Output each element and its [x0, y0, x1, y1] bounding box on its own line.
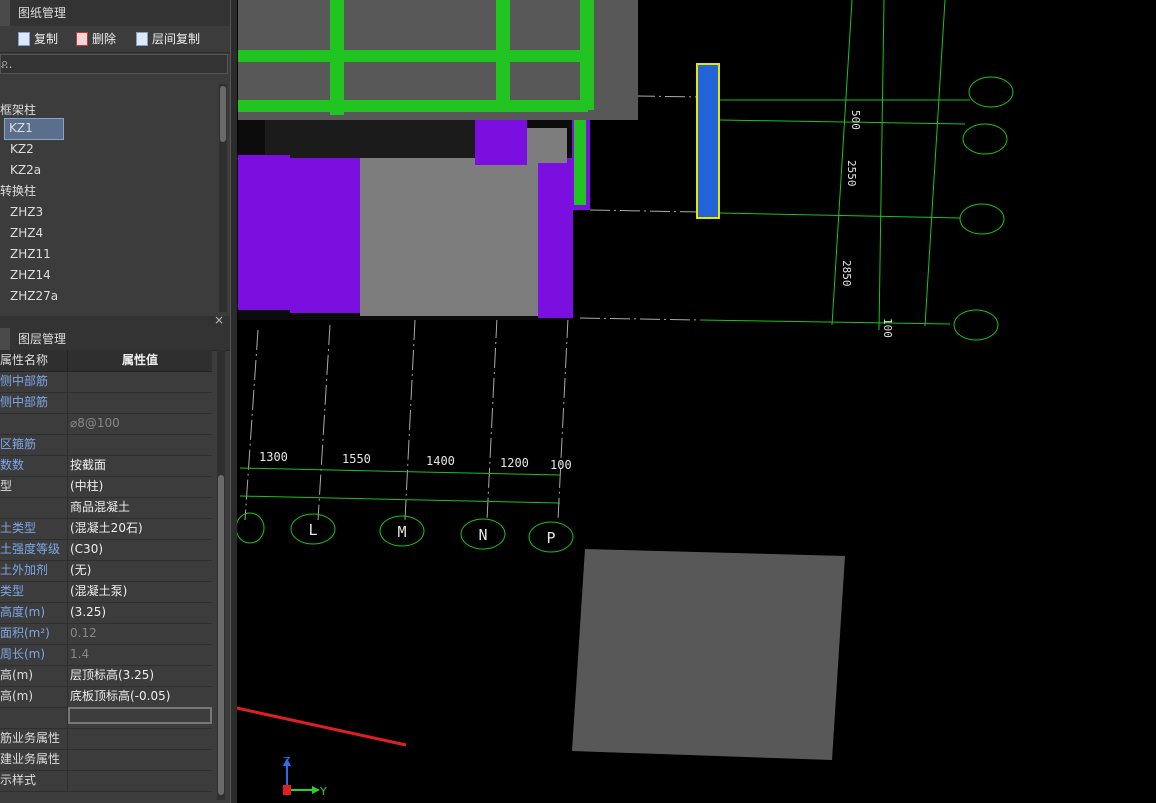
dim-right-3: 2850	[840, 260, 853, 287]
grid-label-P: P	[546, 529, 555, 547]
bottom-dim-line	[239, 467, 561, 504]
tree-scrollbar[interactable]	[219, 84, 227, 312]
prop-row[interactable]: 高度(m) (3.25)	[0, 602, 212, 624]
close-icon[interactable]: ×	[214, 313, 224, 327]
prop-row[interactable]: 侧中部筋	[0, 371, 212, 393]
grid-labels: L M N P	[308, 521, 555, 547]
tree-item-kz1[interactable]: KZ1	[4, 118, 64, 140]
prop-row[interactable]: 建业务属性	[0, 749, 212, 771]
prop-row[interactable]: 面积(m²) 0.12	[0, 623, 212, 645]
toolbar: 复制 删除 层间复制	[0, 26, 230, 53]
props-header: 属性名称 属性值	[0, 350, 212, 372]
floor-copy-icon	[136, 32, 148, 46]
tree-item-kz2[interactable]: KZ2	[10, 139, 34, 159]
axis-y-label: Y	[319, 785, 327, 798]
dim-right-4: 100	[881, 318, 894, 338]
tab-layer-management[interactable]: 图层管理	[10, 328, 74, 350]
tree-item-zhz14[interactable]: ZHZ14	[10, 265, 51, 285]
dim-right-2: 2550	[845, 160, 858, 187]
bottom-dims: 1300 1550 1400 1200 100	[259, 450, 572, 472]
tree-group-frame-column[interactable]: 框架柱	[0, 100, 36, 120]
search-input[interactable]: ... ⌕	[0, 54, 228, 74]
top-tabbar: 图纸管理	[0, 0, 230, 27]
search-icon[interactable]: ⌕	[1, 56, 223, 71]
axis-gizmo: Z Y	[283, 755, 327, 798]
dim-bottom-1: 1300	[259, 450, 288, 464]
tree-item-zhz11[interactable]: ZHZ11	[10, 244, 51, 264]
panel-header-bar: ×	[0, 313, 230, 328]
right-grid-bubbles	[953, 76, 1014, 341]
col-value-header: 属性值	[121, 353, 158, 367]
prop-edit-field[interactable]	[68, 707, 212, 724]
prop-row[interactable]	[0, 707, 212, 729]
dim-bottom-3: 1400	[426, 454, 455, 468]
props-scroll-thumb[interactable]	[218, 475, 224, 795]
dim-right-1: 500	[849, 110, 862, 130]
copy-button[interactable]: 复制	[18, 30, 58, 48]
tab-drawing-management[interactable]: 图纸管理	[10, 0, 74, 26]
tree-item-zhz27a[interactable]: ZHZ27a	[10, 286, 58, 306]
prop-row[interactable]: 土外加剂 (无)	[0, 560, 212, 582]
prop-row[interactable]: ⌀8@100	[0, 413, 212, 435]
col-name-header: 属性名称	[0, 350, 68, 371]
panel-splitter[interactable]	[230, 0, 237, 803]
axis-z-label: Z	[283, 755, 291, 768]
prop-row[interactable]: 侧中部筋	[0, 392, 212, 414]
prop-row[interactable]: 区箍筋	[0, 434, 212, 456]
tab-cut[interactable]	[0, 0, 10, 26]
grid-label-M: M	[397, 523, 406, 541]
prop-row[interactable]: 土类型 (混凝土20石)	[0, 518, 212, 540]
prop-row[interactable]: 类型 (混凝土泵)	[0, 581, 212, 603]
prop-row[interactable]: 高(m) 底板顶标高(-0.05)	[0, 686, 212, 708]
delete-button[interactable]: 删除	[76, 30, 116, 48]
prop-row[interactable]: 数数 按截面	[0, 455, 212, 477]
prop-row[interactable]: 商品混凝土	[0, 497, 212, 519]
prop-row[interactable]: 型 (中柱)	[0, 476, 212, 498]
tree-scroll-thumb[interactable]	[220, 86, 226, 142]
copy-icon	[18, 32, 30, 46]
grid-label-L: L	[308, 521, 317, 539]
tab-cut-2[interactable]	[0, 328, 10, 350]
props-scrollbar[interactable]	[217, 350, 225, 800]
prop-row[interactable]: 示样式	[0, 770, 212, 792]
prop-row[interactable]: 周长(m) 1.4	[0, 644, 212, 666]
dim-bottom-4: 1200	[500, 456, 529, 470]
tree-group-transfer-column[interactable]: 转换柱	[0, 181, 36, 201]
dim-bottom-2: 1550	[342, 452, 371, 466]
right-dims: 500 2550 2850 100	[840, 110, 894, 338]
gray-slab[interactable]	[572, 549, 845, 760]
prop-row[interactable]: 土强度等级 (C30)	[0, 539, 212, 561]
prop-row[interactable]: 高(m) 层顶标高(3.25)	[0, 665, 212, 687]
blue-column[interactable]	[696, 63, 720, 219]
dim-bottom-5: 100	[550, 458, 572, 472]
floor-copy-button[interactable]: 层间复制	[136, 30, 200, 48]
right-grid-lines	[699, 0, 970, 331]
structure-3d[interactable]	[238, 0, 638, 320]
prop-row[interactable]: 筋业务属性	[0, 728, 212, 750]
bottom-tabbar: 图层管理	[0, 328, 230, 351]
tree-item-kz2a[interactable]: KZ2a	[10, 160, 41, 180]
grid-label-N: N	[478, 526, 487, 544]
left-panel: 图纸管理 复制 删除 层间复制 ... ⌕ 框架柱 KZ1 KZ2 KZ2a 转…	[0, 0, 230, 803]
tree-item-zhz3[interactable]: ZHZ3	[10, 202, 43, 222]
tree-item-zhz4[interactable]: ZHZ4	[10, 223, 43, 243]
delete-icon	[76, 32, 88, 46]
